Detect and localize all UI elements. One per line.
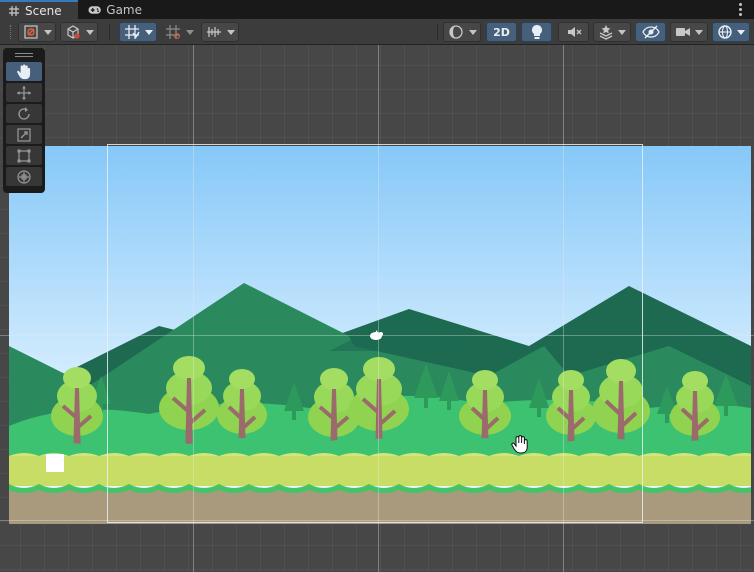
overlay-drag-handle[interactable]	[6, 50, 42, 60]
tab-scene-label: Scene	[25, 4, 62, 18]
gamepad-icon	[88, 5, 101, 14]
chevron-down-icon	[695, 29, 703, 35]
toolbar-grip[interactable]	[10, 25, 13, 39]
toggle-2d-button[interactable]: 2D	[486, 22, 517, 42]
hand-tool[interactable]	[6, 62, 42, 81]
tab-bar: Scene Game	[0, 0, 754, 20]
shaded-sphere-icon	[448, 25, 463, 39]
audio-mute-icon	[567, 27, 581, 37]
chevron-down-icon	[43, 29, 52, 35]
chevron-down-icon	[618, 29, 626, 35]
draw-mode-dropdown[interactable]	[18, 22, 56, 42]
grid-line	[0, 520, 754, 521]
increment-snapping-toggle[interactable]	[160, 22, 198, 42]
audio-toggle[interactable]	[558, 22, 589, 42]
player-sprite[interactable]	[46, 454, 64, 472]
shading-mode-dropdown[interactable]	[443, 22, 481, 42]
transform-icon	[17, 169, 31, 184]
scene-visibility-toggle[interactable]	[635, 22, 666, 42]
scale-tool[interactable]	[6, 125, 42, 144]
layers-effects-icon	[599, 25, 613, 40]
cube-icon	[66, 25, 80, 39]
chevron-down-icon	[144, 29, 153, 35]
rect-transform-icon	[17, 149, 31, 162]
effects-dropdown[interactable]	[593, 22, 631, 42]
rotate-icon	[18, 106, 30, 120]
toolbar-separator	[109, 24, 110, 40]
gizmos-dropdown[interactable]	[712, 22, 750, 42]
tools-overlay	[3, 48, 45, 193]
render-mode-dropdown[interactable]	[60, 22, 98, 42]
chevron-down-icon	[85, 29, 94, 35]
grid-line	[563, 45, 564, 572]
scene-toolbar: 2D	[0, 19, 754, 45]
chevron-down-icon	[226, 29, 235, 35]
tab-game[interactable]: Game	[80, 0, 150, 19]
grid-visibility-dropdown[interactable]	[201, 22, 239, 42]
camera-dropdown[interactable]	[670, 22, 708, 42]
chevron-down-icon	[185, 29, 194, 35]
grid-snap-icon	[124, 25, 140, 39]
light-bulb-icon	[531, 25, 542, 39]
scale-icon	[17, 127, 31, 142]
ruler-grid-icon	[206, 27, 221, 37]
hand-icon	[17, 64, 31, 79]
toggle-2d-label: 2D	[493, 25, 510, 39]
chevron-down-icon	[468, 29, 477, 35]
grid-line	[0, 335, 754, 336]
hand-cursor-icon	[511, 435, 528, 454]
tab-game-label: Game	[106, 2, 142, 17]
gizmo-sphere-icon	[718, 25, 732, 39]
camera-icon	[676, 28, 690, 36]
grid-line	[378, 45, 379, 572]
eye-hidden-icon	[641, 25, 660, 39]
rect-tool[interactable]	[6, 146, 42, 165]
chevron-down-icon	[737, 29, 745, 35]
snap-increment-icon	[165, 25, 180, 40]
move-tool[interactable]	[6, 83, 42, 102]
more-options-icon[interactable]	[732, 1, 748, 18]
grid-line	[193, 45, 194, 572]
grid-snapping-toggle[interactable]	[119, 22, 157, 42]
transform-tool[interactable]	[6, 167, 42, 186]
draw-mode-icon	[23, 25, 38, 39]
toolbar-separator	[437, 24, 438, 40]
rotate-tool[interactable]	[6, 104, 42, 123]
tab-scene[interactable]: Scene	[0, 0, 78, 20]
lighting-toggle[interactable]	[521, 22, 552, 42]
scene-viewport[interactable]	[0, 45, 754, 572]
grid-icon	[9, 6, 19, 16]
move-arrows-icon	[17, 85, 31, 100]
